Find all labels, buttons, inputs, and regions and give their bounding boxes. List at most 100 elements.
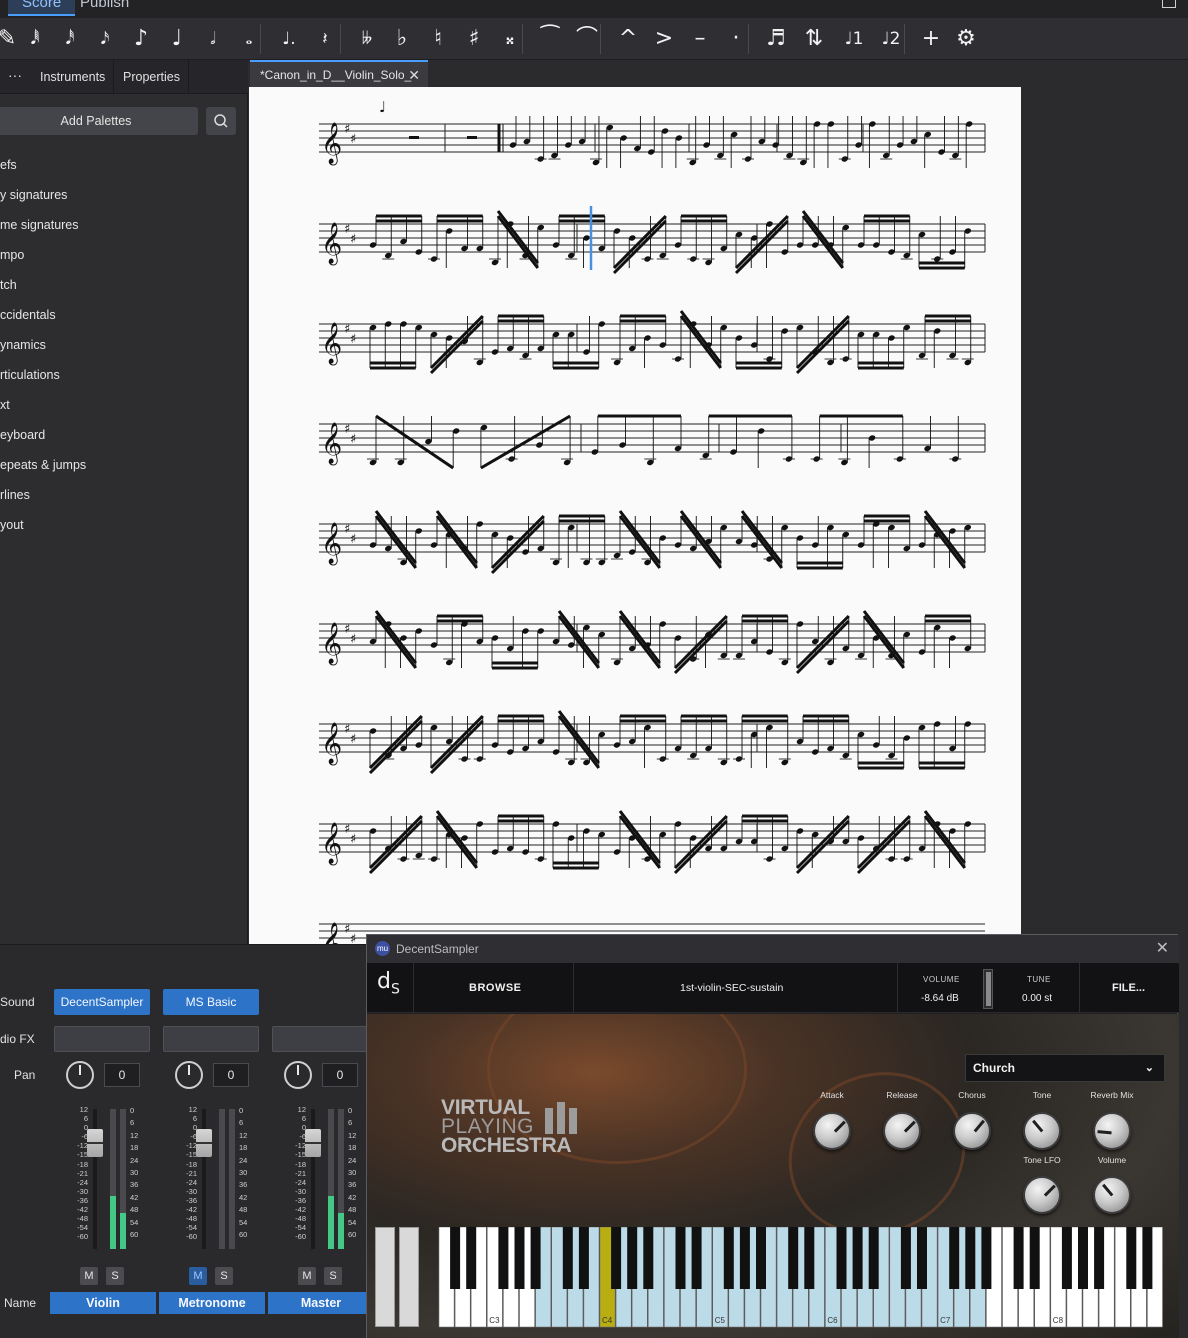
add-palettes-button[interactable]: Add Palettes xyxy=(0,107,198,135)
black-key[interactable] xyxy=(788,1227,799,1289)
staccato-icon[interactable]: · xyxy=(721,24,751,54)
pan-value[interactable]: 0 xyxy=(104,1063,140,1087)
solo-button[interactable]: S xyxy=(215,1267,233,1285)
black-key[interactable] xyxy=(530,1227,541,1289)
volume-fader-handle[interactable] xyxy=(87,1129,103,1157)
augmentation-dot-icon[interactable]: ♩. xyxy=(274,24,304,54)
black-key[interactable] xyxy=(949,1227,960,1289)
volume-fader-handle[interactable] xyxy=(196,1129,212,1157)
pan-value[interactable]: 0 xyxy=(322,1063,358,1087)
black-key[interactable] xyxy=(900,1227,911,1289)
64th-note-icon[interactable]: 𝅘𝅥𝅱 xyxy=(20,24,50,54)
rotary-knob[interactable] xyxy=(1093,1176,1131,1214)
palette-item[interactable]: xt xyxy=(0,390,240,420)
browse-button[interactable]: BROWSE xyxy=(469,963,522,1013)
half-note-icon[interactable]: 𝅗𝅥 xyxy=(198,24,228,54)
black-key[interactable] xyxy=(804,1227,815,1289)
mute-button[interactable]: M xyxy=(80,1267,98,1285)
marcato-icon[interactable]: ^ xyxy=(613,24,643,54)
black-key[interactable] xyxy=(1094,1227,1105,1289)
solo-button[interactable]: S xyxy=(324,1267,342,1285)
audio-fx-slot[interactable] xyxy=(54,1026,150,1052)
solo-button[interactable]: S xyxy=(106,1267,124,1285)
pan-knob[interactable] xyxy=(175,1061,203,1089)
double-sharp-icon[interactable]: 𝄪 xyxy=(495,24,525,54)
mute-button[interactable]: M xyxy=(189,1267,207,1285)
sound-selector[interactable]: DecentSampler xyxy=(54,989,150,1015)
tenuto-icon[interactable]: – xyxy=(685,24,715,54)
panel-menu-icon[interactable]: ··· xyxy=(4,60,26,94)
window-titlebar[interactable]: mu DecentSampler ✕ xyxy=(367,935,1179,963)
flat-icon[interactable]: ♭ xyxy=(387,24,417,54)
settings-gear-icon[interactable]: ⚙ xyxy=(951,24,981,54)
rotary-knob[interactable] xyxy=(813,1112,851,1150)
rotary-knob[interactable] xyxy=(953,1112,991,1150)
volume-fader-handle[interactable] xyxy=(305,1129,321,1157)
close-icon[interactable]: ✕ xyxy=(1156,935,1169,963)
black-key[interactable] xyxy=(868,1227,879,1289)
rotary-knob[interactable] xyxy=(883,1112,921,1150)
voice-1-icon[interactable]: ♩1 xyxy=(839,24,869,54)
black-key[interactable] xyxy=(450,1227,461,1289)
voice-2-icon[interactable]: ♩2 xyxy=(876,24,906,54)
eighth-note-icon[interactable]: ♪ xyxy=(126,24,156,54)
black-key[interactable] xyxy=(514,1227,525,1289)
piano-keyboard[interactable]: C3 C4 C5 C6 C7 C8 xyxy=(375,1227,1171,1338)
rest-icon[interactable]: 𝄽 xyxy=(310,24,340,54)
tune-value[interactable]: 0.00 st xyxy=(1022,993,1052,1004)
palette-item[interactable]: mpo xyxy=(0,240,240,270)
slur-icon[interactable]: ⌒ xyxy=(572,24,602,54)
whole-note-icon[interactable]: 𝅝 xyxy=(234,24,264,54)
black-key[interactable] xyxy=(836,1227,847,1289)
reverb-type-select[interactable]: Church ⌄ xyxy=(965,1054,1165,1082)
palette-item[interactable]: y signatures xyxy=(0,180,240,210)
black-key[interactable] xyxy=(1142,1227,1153,1289)
audio-fx-slot[interactable] xyxy=(163,1026,259,1052)
file-menu-button[interactable]: FILE... xyxy=(1112,963,1145,1013)
black-key[interactable] xyxy=(917,1227,927,1289)
black-key[interactable] xyxy=(981,1227,992,1289)
black-key[interactable] xyxy=(1078,1227,1088,1289)
document-tab[interactable]: *Canon_in_D__Violin_Solo_ ✕ xyxy=(250,60,428,88)
quarter-note-icon[interactable]: ♩ xyxy=(162,24,192,54)
palette-search-button[interactable] xyxy=(206,107,236,135)
32nd-note-icon[interactable]: 𝅘𝅥𝅰 xyxy=(55,24,85,54)
rotary-knob[interactable] xyxy=(1023,1176,1061,1214)
black-key[interactable] xyxy=(1013,1227,1024,1289)
palette-item[interactable]: rticulations xyxy=(0,360,240,390)
tie-icon[interactable]: ⁀ xyxy=(535,24,565,54)
palette-item[interactable]: efs xyxy=(0,150,240,180)
palette-item[interactable]: yout xyxy=(0,510,240,540)
double-flat-icon[interactable]: 𝄫 xyxy=(352,24,382,54)
black-key[interactable] xyxy=(466,1227,477,1289)
pan-value[interactable]: 0 xyxy=(213,1063,249,1087)
black-key[interactable] xyxy=(1061,1227,1072,1289)
flip-direction-icon[interactable]: ⇅ xyxy=(799,24,829,54)
tab-instruments[interactable]: Instruments xyxy=(32,60,115,94)
score-page[interactable]: 𝄞 ♯ ♯ ♩ 𝄞 ♯ ♯ 𝄞 ♯ ♯ 𝄞 ♯ ♯ 𝄞 ♯ ♯ 𝄞 ♯ ♯ 𝄞 ♯ ♯ 𝄞 ♯ ♯ 𝄞 ♯ ♯ xyxy=(249,87,1021,944)
tuplet-icon[interactable]: ♬ xyxy=(761,24,791,54)
black-key[interactable] xyxy=(691,1227,702,1289)
pan-knob[interactable] xyxy=(66,1061,94,1089)
palette-item[interactable]: ynamics xyxy=(0,330,240,360)
sharp-icon[interactable]: ♯ xyxy=(459,24,489,54)
volume-value[interactable]: -8.64 dB xyxy=(921,993,959,1004)
workspace-icon[interactable] xyxy=(1162,0,1176,8)
palette-item[interactable]: ccidentals xyxy=(0,300,240,330)
add-icon[interactable]: + xyxy=(916,24,946,54)
black-key[interactable] xyxy=(611,1227,622,1289)
16th-note-icon[interactable]: 𝅘𝅥𝅯 xyxy=(90,24,120,54)
palette-item[interactable]: rlines xyxy=(0,480,240,510)
sound-selector[interactable]: MS Basic xyxy=(163,989,259,1015)
palette-item[interactable]: tch xyxy=(0,270,240,300)
black-key[interactable] xyxy=(739,1227,750,1289)
pencil-icon[interactable]: ✎ xyxy=(0,24,22,54)
channel-name[interactable]: Master xyxy=(268,1292,374,1314)
keyboard-keys[interactable]: C3 C4 C5 C6 C7 C8 xyxy=(375,1227,1171,1338)
rotary-knob[interactable] xyxy=(1093,1112,1131,1150)
black-key[interactable] xyxy=(756,1227,766,1289)
black-key[interactable] xyxy=(1126,1227,1137,1289)
black-key[interactable] xyxy=(643,1227,654,1289)
black-key[interactable] xyxy=(578,1227,589,1289)
black-key[interactable] xyxy=(965,1227,976,1289)
